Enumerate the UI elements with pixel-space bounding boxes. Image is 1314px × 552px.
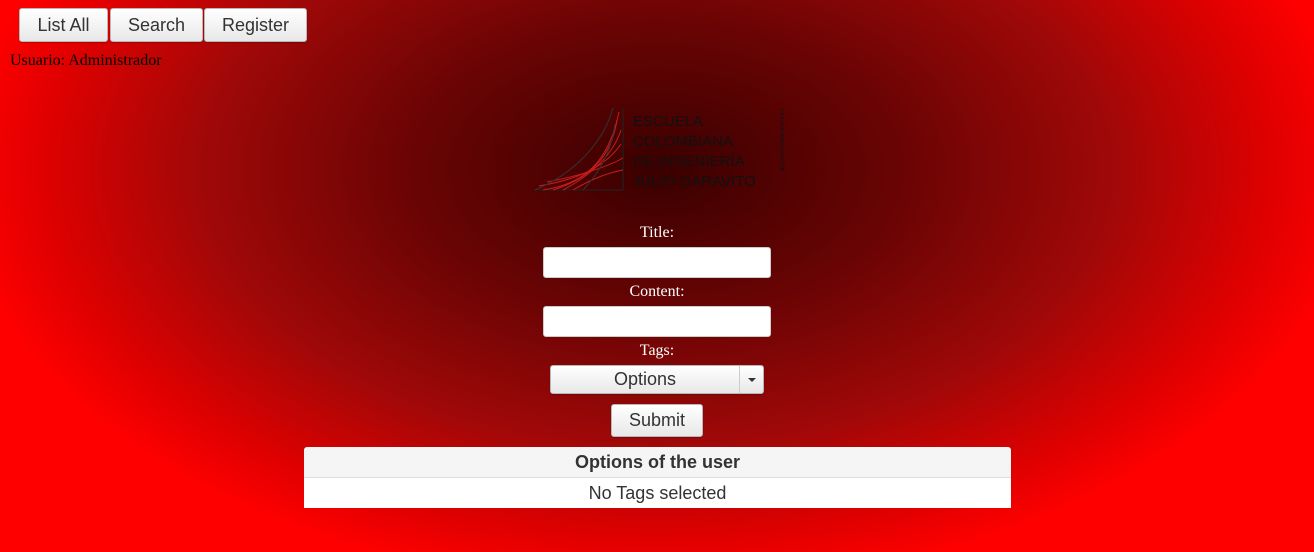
title-input[interactable]: [543, 247, 771, 278]
options-table: Options of the user No Tags selected: [304, 447, 1011, 508]
tags-select[interactable]: Options: [550, 365, 764, 394]
logo-line-1: ESCUELA: [633, 113, 703, 130]
chevron-down-icon[interactable]: [739, 366, 763, 393]
school-logo: ESCUELA COLOMBIANA DE INGENIERÍA JULIO G…: [533, 104, 789, 196]
logo-line-3: DE INGENIERÍA: [633, 153, 745, 170]
search-button[interactable]: Search: [110, 8, 203, 42]
options-empty-row: No Tags selected: [304, 478, 1011, 508]
tags-select-value: Options: [613, 369, 677, 389]
tags-label: Tags:: [639, 342, 675, 359]
register-button[interactable]: Register: [204, 8, 307, 42]
options-table-header: Options of the user: [304, 447, 1011, 478]
logo-line-4: JULIO GARAVITO: [633, 173, 756, 190]
content-input[interactable]: [543, 306, 771, 337]
logo-side-text: VIGILADA MINEDUCACIÓN: [778, 108, 785, 172]
logo-line-2: COLOMBIANA: [633, 133, 733, 150]
user-label: Usuario: Administrador: [10, 52, 162, 69]
logo-graphic: ESCUELA COLOMBIANA DE INGENIERÍA JULIO G…: [534, 107, 785, 191]
list-all-button[interactable]: List All: [19, 8, 108, 42]
title-label: Title:: [639, 224, 675, 241]
submit-button[interactable]: Submit: [611, 404, 703, 437]
content-label: Content:: [629, 283, 685, 300]
